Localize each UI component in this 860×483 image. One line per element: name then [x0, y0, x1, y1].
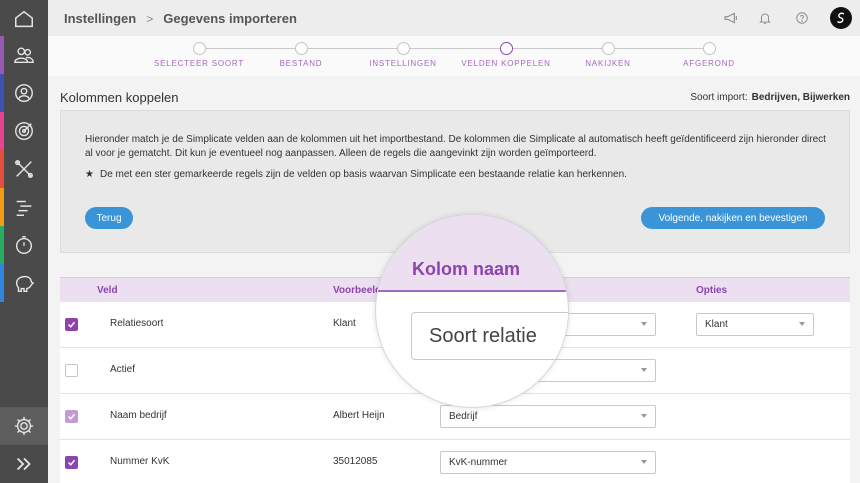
magnifier-overlay: Kolom naam Soort relatie: [375, 214, 569, 408]
magnifier-header: [376, 215, 568, 292]
step-dot-active: [499, 42, 513, 55]
table-row: Nummer KvK 35012085 KvK-nummer: [60, 440, 850, 483]
home-icon: [15, 10, 33, 28]
bell-icon: [759, 13, 771, 24]
chevron-down-icon: [799, 322, 805, 326]
magnifier-column-title: Kolom naam: [412, 259, 521, 279]
column-select[interactable]: KvK-nummer: [440, 451, 656, 474]
users-icon: [14, 47, 34, 64]
header-options: Opties: [696, 285, 728, 296]
megaphone-icon: [724, 12, 737, 24]
column-select[interactable]: Bedrijf: [440, 405, 656, 428]
breadcrumb-separator: >: [146, 11, 154, 26]
checkmark-icon: [67, 459, 76, 466]
field-example: Albert Heijn: [333, 410, 385, 421]
option-select[interactable]: Klant: [696, 313, 814, 336]
field-example: Klant: [333, 318, 356, 329]
magnifier-column-select: Soort relatie: [411, 312, 568, 360]
field-example: 35012085: [333, 456, 378, 467]
breadcrumb: Instellingen > Gegevens importeren: [64, 11, 297, 26]
column-select-value: KvK-nummer: [449, 457, 508, 468]
import-type-value: Bedrijven, Bijwerken: [751, 92, 850, 103]
row-checkbox[interactable]: [65, 318, 78, 331]
checkmark-icon: [67, 413, 76, 420]
back-button[interactable]: Terug: [85, 207, 133, 229]
column-select-value: Bedrijf: [449, 411, 478, 422]
header-field: Veld: [97, 285, 118, 296]
title-row: Kolommen koppelen Soort import: Bedrijven…: [60, 90, 850, 105]
chevron-down-icon: [641, 368, 647, 372]
page-title: Kolommen koppelen: [60, 90, 179, 105]
announcement-button[interactable]: [722, 9, 740, 27]
option-select-value: Klant: [705, 319, 728, 330]
magnifier-select-value: Soort relatie: [429, 325, 537, 347]
checkmark-icon: [67, 321, 76, 328]
sidebar-item-users[interactable]: [0, 36, 48, 74]
sidebar-item-sales[interactable]: [0, 112, 48, 150]
expand-icon: [16, 457, 31, 471]
contact-icon: [15, 84, 33, 102]
breadcrumb-settings[interactable]: Instellingen: [64, 11, 136, 26]
sidebar-expand-button[interactable]: [0, 445, 48, 483]
info-text: Hieronder match je de Simplicate velden …: [85, 134, 826, 159]
timer-icon: [15, 236, 33, 254]
top-header: Instellingen > Gegevens importeren: [48, 0, 860, 36]
next-review-button[interactable]: Volgende, nakijken en bevestigen: [641, 207, 825, 229]
field-name: Nummer KvK: [110, 456, 170, 467]
import-type: Soort import: Bedrijven, Bijwerken: [690, 92, 850, 103]
step-settings: INSTELLINGEN: [343, 42, 463, 68]
step-done: AFGEROND: [649, 42, 769, 68]
target-icon: [15, 122, 33, 140]
step-label: AFGEROND: [683, 59, 735, 68]
import-type-label: Soort import:: [690, 92, 748, 103]
import-stepper: SELECTEER SOORT BESTAND INSTELLINGEN VEL…: [48, 36, 860, 76]
row-checkbox[interactable]: [65, 410, 78, 423]
row-checkbox[interactable]: [65, 456, 78, 469]
step-dot: [601, 42, 615, 55]
sidebar: [0, 0, 48, 483]
planning-icon: [16, 200, 32, 216]
field-name: Actief: [110, 364, 136, 375]
sidebar-item-projects[interactable]: [0, 150, 48, 188]
gear-icon: [14, 416, 34, 436]
sidebar-item-invoicing[interactable]: [0, 264, 48, 302]
step-dot: [294, 42, 308, 55]
chevron-down-icon: [641, 460, 647, 464]
notifications-button[interactable]: [756, 9, 774, 27]
chevron-down-icon: [641, 322, 647, 326]
tools-icon: [15, 160, 33, 178]
field-name: Naam bedrijf: [110, 410, 167, 421]
sidebar-item-planning[interactable]: [0, 188, 48, 226]
step-dot: [396, 42, 410, 55]
sidebar-item-hours[interactable]: [0, 226, 48, 264]
help-icon: [796, 12, 808, 24]
sidebar-item-contacts[interactable]: [0, 74, 48, 112]
star-icon: ★: [85, 169, 94, 180]
step-label: INSTELLINGEN: [369, 59, 437, 68]
simplicate-logo[interactable]: [830, 7, 852, 29]
step-dot: [192, 42, 206, 55]
piggybank-icon: [15, 275, 35, 292]
step-dot: [702, 42, 716, 55]
sidebar-item-home[interactable]: [0, 0, 48, 38]
simplicate-logo-icon: [837, 12, 845, 24]
row-checkbox[interactable]: [65, 364, 78, 377]
help-button[interactable]: [793, 9, 811, 27]
breadcrumb-import: Gegevens importeren: [163, 11, 297, 26]
header-example: Voorbeeld: [333, 285, 382, 296]
star-note: ★ De met een ster gemarkeerde regels zij…: [85, 169, 627, 180]
star-note-text: De met een ster gemarkeerde regels zijn …: [99, 169, 627, 180]
sidebar-item-settings[interactable]: [0, 407, 48, 445]
chevron-down-icon: [641, 414, 647, 418]
field-name: Relatiesoort: [110, 318, 164, 329]
